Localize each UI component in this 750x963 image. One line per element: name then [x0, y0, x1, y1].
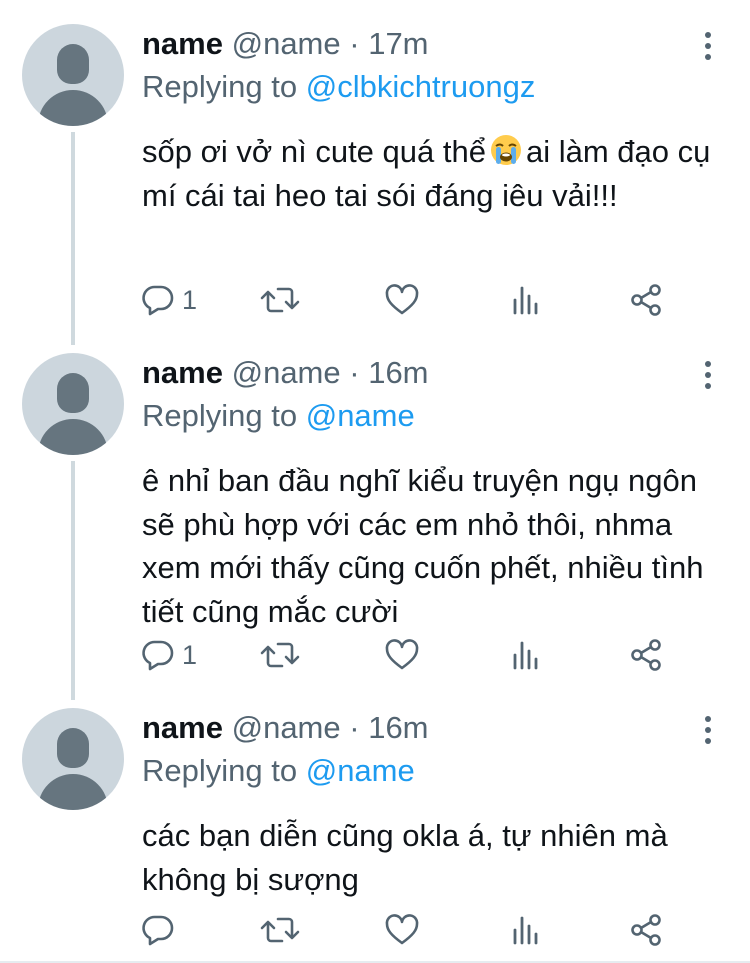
like-button[interactable] [384, 278, 426, 322]
more-vertical-icon [705, 361, 711, 389]
reply-icon [142, 640, 174, 671]
replying-to-label: Replying to [142, 69, 298, 104]
reply-button[interactable]: 1 [140, 278, 197, 322]
share-button[interactable] [628, 278, 664, 322]
tweet-actions: 1 [138, 633, 698, 677]
default-avatar-icon [57, 44, 89, 84]
more-options-button[interactable] [696, 359, 720, 393]
analytics-button[interactable] [508, 633, 544, 677]
analytics-button[interactable] [508, 278, 544, 322]
retweet-button[interactable] [260, 633, 306, 677]
reply-count: 1 [182, 640, 198, 670]
separator-dot: · [349, 710, 360, 745]
reply-button[interactable] [140, 908, 182, 952]
timestamp[interactable]: 16m [368, 355, 428, 390]
heart-icon [385, 914, 419, 945]
share-button[interactable] [628, 633, 664, 677]
default-avatar-icon [57, 373, 89, 413]
mention-link[interactable]: @name [306, 398, 415, 433]
default-avatar-icon [57, 728, 89, 768]
tweet-thread: name @name · 17m Replying to @clbkichtru… [0, 0, 750, 963]
share-icon [631, 639, 661, 671]
analytics-icon [513, 641, 538, 670]
tweet-header: name @name · 17m [142, 24, 429, 64]
heart-icon [385, 284, 419, 315]
replying-to-label: Replying to [142, 398, 298, 433]
thread-connector-line [71, 461, 75, 700]
display-name[interactable]: name [142, 26, 223, 61]
analytics-button[interactable] [508, 908, 544, 952]
reply-button[interactable]: 1 [140, 633, 197, 677]
user-handle[interactable]: @name [232, 710, 341, 745]
tweet-text: sốp ơi vở nì cute quá thể ai làm đạo cụ … [142, 130, 722, 217]
display-name[interactable]: name [142, 710, 223, 745]
more-vertical-icon [705, 32, 711, 60]
tweet[interactable]: name @name · 16m Replying to @name các b… [0, 700, 750, 963]
tweet-actions [138, 908, 698, 952]
timestamp[interactable]: 17m [368, 26, 428, 61]
user-handle[interactable]: @name [232, 355, 341, 390]
like-button[interactable] [384, 633, 426, 677]
tweet[interactable]: name @name · 16m Replying to @name ê nhỉ… [0, 345, 750, 700]
retweet-icon [260, 287, 300, 313]
avatar[interactable] [22, 353, 124, 455]
like-button[interactable] [384, 908, 426, 952]
retweet-button[interactable] [260, 278, 306, 322]
user-handle[interactable]: @name [232, 26, 341, 61]
mention-link[interactable]: @name [306, 753, 415, 788]
reply-count: 1 [182, 285, 198, 315]
tweet-text: các bạn diễn cũng okla á, tự nhiên mà kh… [142, 818, 668, 897]
loudly-crying-face-icon [490, 135, 521, 165]
more-options-button[interactable] [696, 30, 720, 64]
share-button[interactable] [628, 908, 664, 952]
share-icon [631, 284, 661, 316]
tweet[interactable]: name @name · 17m Replying to @clbkichtru… [0, 0, 750, 345]
separator-dot: · [349, 26, 360, 61]
avatar[interactable] [22, 24, 124, 126]
heart-icon [385, 639, 419, 670]
timestamp[interactable]: 16m [368, 710, 428, 745]
mention-link[interactable]: @clbkichtruongz [306, 69, 536, 104]
tweet-header: name @name · 16m [142, 353, 429, 393]
replying-to-label: Replying to [142, 753, 298, 788]
analytics-icon [513, 916, 538, 945]
tweet-actions: 1 [138, 278, 698, 322]
replying-to-line: Replying to @clbkichtruongz [142, 66, 535, 108]
more-options-button[interactable] [696, 714, 720, 748]
replying-to-line: Replying to @name [142, 395, 415, 437]
separator-dot: · [349, 355, 360, 390]
tweet-header: name @name · 16m [142, 708, 429, 748]
avatar[interactable] [22, 708, 124, 810]
retweet-icon [260, 642, 300, 668]
replying-to-line: Replying to @name [142, 750, 415, 792]
retweet-button[interactable] [260, 908, 306, 952]
reply-icon [142, 915, 174, 946]
tweet-text: ê nhỉ ban đầu nghĩ kiểu truyện ngụ ngôn … [142, 463, 704, 629]
thread-connector-line [71, 132, 75, 345]
tweet-text-part: sốp ơi vở nì cute quá thể [142, 134, 486, 169]
share-icon [631, 914, 661, 946]
retweet-icon [260, 917, 300, 943]
analytics-icon [513, 286, 538, 315]
more-vertical-icon [705, 716, 711, 744]
reply-icon [142, 285, 174, 316]
display-name[interactable]: name [142, 355, 223, 390]
